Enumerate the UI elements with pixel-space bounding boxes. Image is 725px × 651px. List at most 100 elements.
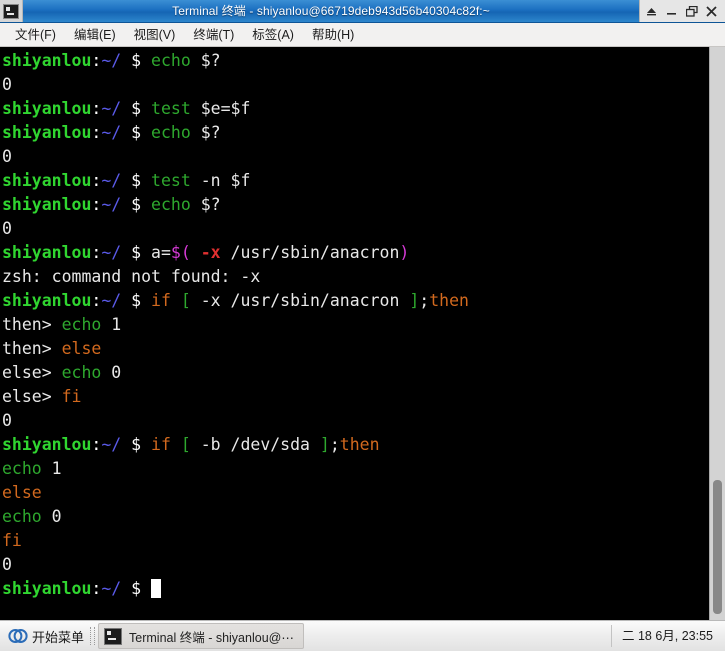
menu-terminal[interactable]: 终端(T) — [184, 25, 243, 45]
prompt-symbol: $ — [131, 171, 142, 190]
minimize-button[interactable] — [663, 2, 680, 20]
command-word: echo — [61, 315, 102, 334]
taskbar-window-button[interactable]: Terminal 终端 - shiyanlou@⋯ — [98, 623, 304, 649]
terminal-line: else> echo 0 — [2, 361, 709, 385]
output-text: 0 — [2, 411, 12, 430]
taskbar-clock[interactable]: 二 18 6月, 23:55 — [610, 625, 721, 647]
continuation-prompt: then> — [2, 315, 62, 334]
command-word: echo — [61, 363, 102, 382]
prompt-user: shiyanlou — [2, 291, 92, 310]
command-word: echo — [2, 459, 42, 478]
keyword-then: then — [339, 435, 380, 454]
terminal-line: then> echo 1 — [2, 313, 709, 337]
keyword-fi: fi — [61, 387, 82, 406]
bracket-open: [ — [180, 291, 191, 310]
output-text: 0 — [2, 219, 12, 238]
keyword-if: if — [151, 435, 171, 454]
menu-help[interactable]: 帮助(H) — [303, 25, 363, 45]
prompt-user: shiyanlou — [2, 171, 92, 190]
keyword-else: else — [61, 339, 102, 358]
terminal-line: else — [2, 481, 709, 505]
start-menu-icon — [8, 629, 28, 643]
prompt-path: ~/ — [101, 435, 122, 454]
command-args: 0 — [41, 507, 62, 526]
keyword-else: else — [2, 483, 42, 502]
prompt-user: shiyanlou — [2, 435, 92, 454]
prompt-path: ~/ — [101, 579, 122, 598]
bracket-close: ] — [319, 435, 330, 454]
terminal-line: shiyanlou:~/ $ if [ -b /dev/sda ];then — [2, 435, 380, 454]
prompt-symbol: $ — [131, 99, 142, 118]
prompt-colon: : — [91, 579, 102, 598]
prompt-symbol: $ — [131, 291, 142, 310]
prompt-path: ~/ — [101, 99, 122, 118]
window-controls — [639, 0, 725, 22]
terminal-icon — [104, 627, 123, 645]
terminal-line: 0 — [2, 73, 709, 97]
menu-file[interactable]: 文件(F) — [6, 25, 65, 45]
terminal-line: 0 — [2, 553, 709, 577]
keyword-fi: fi — [2, 531, 22, 550]
command-args: $? — [190, 51, 221, 70]
prompt-path: ~/ — [101, 195, 122, 214]
menu-view[interactable]: 视图(V) — [125, 25, 185, 45]
close-button[interactable] — [703, 2, 720, 20]
prompt-symbol: $ — [131, 51, 142, 70]
prompt-colon: : — [91, 291, 102, 310]
scrollbar-thumb[interactable] — [713, 480, 722, 614]
command-word: echo — [2, 507, 42, 526]
terminal-line: 0 — [2, 409, 709, 433]
prompt-path: ~/ — [101, 243, 122, 262]
command-word: echo — [151, 51, 191, 70]
menu-edit[interactable]: 编辑(E) — [65, 25, 125, 45]
bracket-close: ] — [409, 291, 420, 310]
terminal-line: shiyanlou:~/ $ test -n $f — [2, 169, 709, 193]
terminal-line: echo 1 — [2, 457, 709, 481]
terminal-line: then> else — [2, 337, 709, 361]
prompt-user: shiyanlou — [2, 99, 92, 118]
prompt-path: ~/ — [101, 171, 122, 190]
terminal-line: shiyanlou:~/ $ echo $? — [2, 49, 709, 73]
terminal-window: Terminal 终端 - shiyanlou@66719deb943d56b4… — [0, 0, 725, 621]
command-args: $? — [190, 123, 221, 142]
terminal-line: shiyanlou:~/ $ test $e=$f — [2, 97, 709, 121]
prompt-user: shiyanlou — [2, 243, 92, 262]
terminal-line: shiyanlou:~/ $ echo $? — [2, 121, 709, 145]
prompt-path: ~/ — [101, 51, 122, 70]
terminal-scrollbar[interactable] — [709, 47, 725, 621]
prompt-user: shiyanlou — [2, 579, 92, 598]
bracket-open: [ — [180, 435, 191, 454]
terminal-line: else> fi — [2, 385, 709, 409]
prompt-colon: : — [91, 243, 102, 262]
prompt-symbol: $ — [131, 579, 142, 598]
prompt-colon: : — [91, 195, 102, 214]
command-args: $e=$f — [190, 99, 251, 118]
prompt-symbol: $ — [131, 123, 142, 142]
terminal-line: shiyanlou:~/ $ if [ -x /usr/sbin/anacron… — [2, 291, 469, 310]
terminal-line: echo 0 — [2, 505, 709, 529]
command-word: test — [151, 171, 191, 190]
menu-tabs[interactable]: 标签(A) — [243, 25, 303, 45]
terminal-line: zsh: command not found: -x — [2, 265, 709, 289]
window-titlebar[interactable]: Terminal 终端 - shiyanlou@66719deb943d56b4… — [0, 0, 725, 23]
output-text: 0 — [2, 75, 12, 94]
continuation-prompt: then> — [2, 339, 62, 358]
output-text: zsh: command not found: -x — [2, 267, 261, 286]
terminal-area: shiyanlou:~/ $ echo $? 0 shiyanlou:~/ $ … — [0, 47, 725, 621]
prompt-colon: : — [91, 171, 102, 190]
output-text: 0 — [2, 555, 12, 574]
prompt-colon: : — [91, 99, 102, 118]
terminal-output[interactable]: shiyanlou:~/ $ echo $? 0 shiyanlou:~/ $ … — [0, 47, 709, 621]
command-args: -n $f — [190, 171, 251, 190]
terminal-line: 0 — [2, 145, 709, 169]
prompt-symbol: $ — [131, 435, 142, 454]
start-menu-label: 开始菜单 — [32, 629, 85, 645]
terminal-icon — [0, 0, 23, 22]
start-menu-button[interactable]: 开始菜单 — [4, 624, 88, 648]
shade-button[interactable] — [643, 2, 660, 20]
prompt-colon: : — [91, 51, 102, 70]
maximize-button[interactable] — [683, 2, 700, 20]
taskbar-separator — [90, 627, 96, 645]
prompt-symbol: $ — [131, 195, 142, 214]
continuation-prompt: else> — [2, 387, 62, 406]
